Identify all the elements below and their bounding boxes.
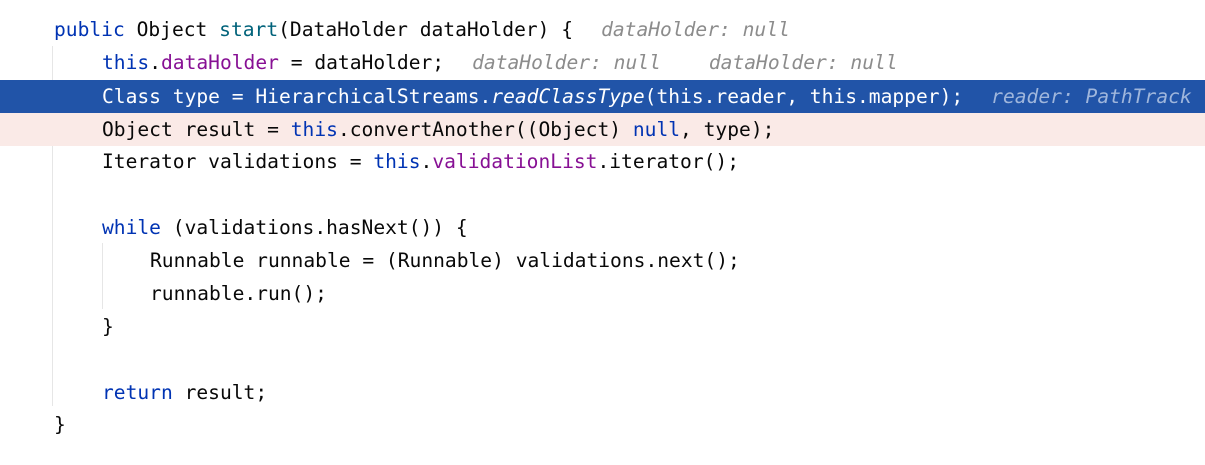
code-token: this [102,51,150,74]
code-text: Iterator validations = this.validationLi… [102,145,739,178]
code-text: Object result = this.convertAnother((Obj… [102,113,774,146]
code-line[interactable]: public Object start(DataHolder dataHolde… [0,13,1205,46]
code-text: Runnable runnable = (Runnable) validatio… [150,244,740,277]
code-text: public Object start(DataHolder dataHolde… [54,13,790,46]
code-text: } [102,310,114,343]
code-token: . [149,51,161,74]
code-token: null [632,118,681,141]
code-token: Object result = [102,118,291,141]
code-line[interactable]: runnable.run(); [0,277,1205,310]
code-text: } [54,408,66,441]
code-token: Class type = HierarchicalStreams. [102,85,492,108]
code-line[interactable]: Runnable runnable = (Runnable) validatio… [0,244,1205,277]
code-token: while [102,216,161,239]
code-token: (DataHolder dataHolder) { [278,18,574,41]
code-text: return result; [102,376,267,409]
code-line[interactable]: } [0,310,1205,343]
code-token: Iterator validations = [102,150,374,173]
code-token: this [373,150,421,173]
code-token: = dataHolder; [278,51,445,74]
code-token: . [420,150,433,173]
code-token: Runnable runnable = (Runnable) validatio… [150,249,740,272]
code-token: } [54,413,66,436]
highlighted-code-line[interactable]: Object result = this.convertAnother((Obj… [0,113,1205,146]
code-line[interactable]: } [0,408,1205,441]
code-text: runnable.run(); [150,277,327,310]
inline-debug-value: reader: PathTrack [991,85,1192,108]
code-token: return [102,381,173,404]
code-token: result; [172,381,268,404]
code-token: dataHolder [160,51,279,74]
code-token: readClassType [491,85,645,108]
code-text: this.dataHolder = dataHolder; dataHolder:… [102,46,898,79]
code-line[interactable]: this.dataHolder = dataHolder; dataHolder:… [0,46,1205,79]
code-line[interactable] [0,178,1205,211]
code-token: .iterator(); [597,150,740,173]
code-line[interactable] [0,343,1205,376]
code-token: (this.reader, this.mapper); [644,85,964,108]
code-token: (validations.hasNext()) { [160,216,468,239]
code-line[interactable]: while (validations.hasNext()) { [0,211,1205,244]
code-token: .convertAnother((Object) [337,118,633,141]
code-token: } [102,315,114,338]
code-token: Object [124,18,220,41]
inline-debug-value: dataHolder: null [708,51,898,74]
code-token: public [54,18,125,41]
inline-debug-value: dataHolder: null [472,51,661,74]
code-token: runnable.run(); [150,282,327,305]
code-token: validationList [432,150,598,173]
code-token: , type); [680,118,775,141]
code-token: this [290,118,338,141]
code-line[interactable]: return result; [0,376,1205,409]
code-token: start [219,18,279,41]
code-line[interactable]: Iterator validations = this.validationLi… [0,145,1205,178]
current-execution-line[interactable]: Class type = HierarchicalStreams.readCla… [0,80,1205,113]
code-editor[interactable]: public Object start(DataHolder dataHolde… [0,0,1205,465]
code-text: while (validations.hasNext()) { [102,211,468,244]
inline-debug-value: dataHolder: null [601,18,790,41]
code-text: Class type = HierarchicalStreams.readCla… [102,80,1192,113]
